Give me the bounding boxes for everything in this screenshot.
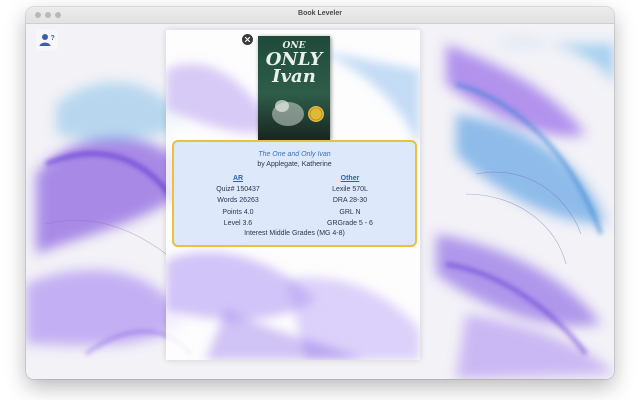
window-title: Book Leveler — [298, 10, 342, 17]
svg-text:?: ? — [51, 35, 55, 42]
lexile-level: Lexile 570L — [332, 186, 368, 193]
grade-range: GRGrade 5 - 6 — [327, 219, 373, 227]
leveling-info-card: The One and Only Ivan by Applegate, Kath… — [172, 140, 417, 247]
book-cover-image: ONE ONLY Ivan — [258, 36, 330, 140]
ar-points: Points 4.0 — [222, 208, 254, 216]
ar-word-count: Words 26263 — [217, 197, 259, 205]
other-header: Other — [340, 175, 360, 182]
interest-level: Interest Middle Grades (MG 4-8) — [244, 230, 345, 237]
ar-quiz-number: Quiz# 150437 — [216, 186, 260, 193]
ar-column: AR Quiz# 150437 Words 26263 Points 4.0 L… — [198, 173, 278, 229]
book-title: The One and Only Ivan — [258, 151, 331, 158]
book-author: by Applegate, Katherine — [257, 161, 332, 168]
ar-level: Level 3.6 — [223, 219, 253, 227]
dra-level: DRA 28-30 — [332, 197, 368, 205]
title-bar: Book Leveler — [26, 7, 614, 24]
other-column: Other Lexile 570L DRA 28-30 GRL N GRGrad… — [310, 173, 390, 229]
cover-title-line3: Ivan — [272, 66, 316, 87]
grl-level: GRL N — [339, 208, 361, 216]
person-question-icon: ? — [39, 34, 55, 46]
cover-title: ONE ONLY Ivan — [258, 42, 330, 87]
close-icon — [244, 36, 251, 43]
close-sheet-button[interactable] — [242, 34, 253, 45]
ar-header: AR — [232, 175, 244, 182]
profile-help-button[interactable]: ? — [36, 29, 58, 51]
